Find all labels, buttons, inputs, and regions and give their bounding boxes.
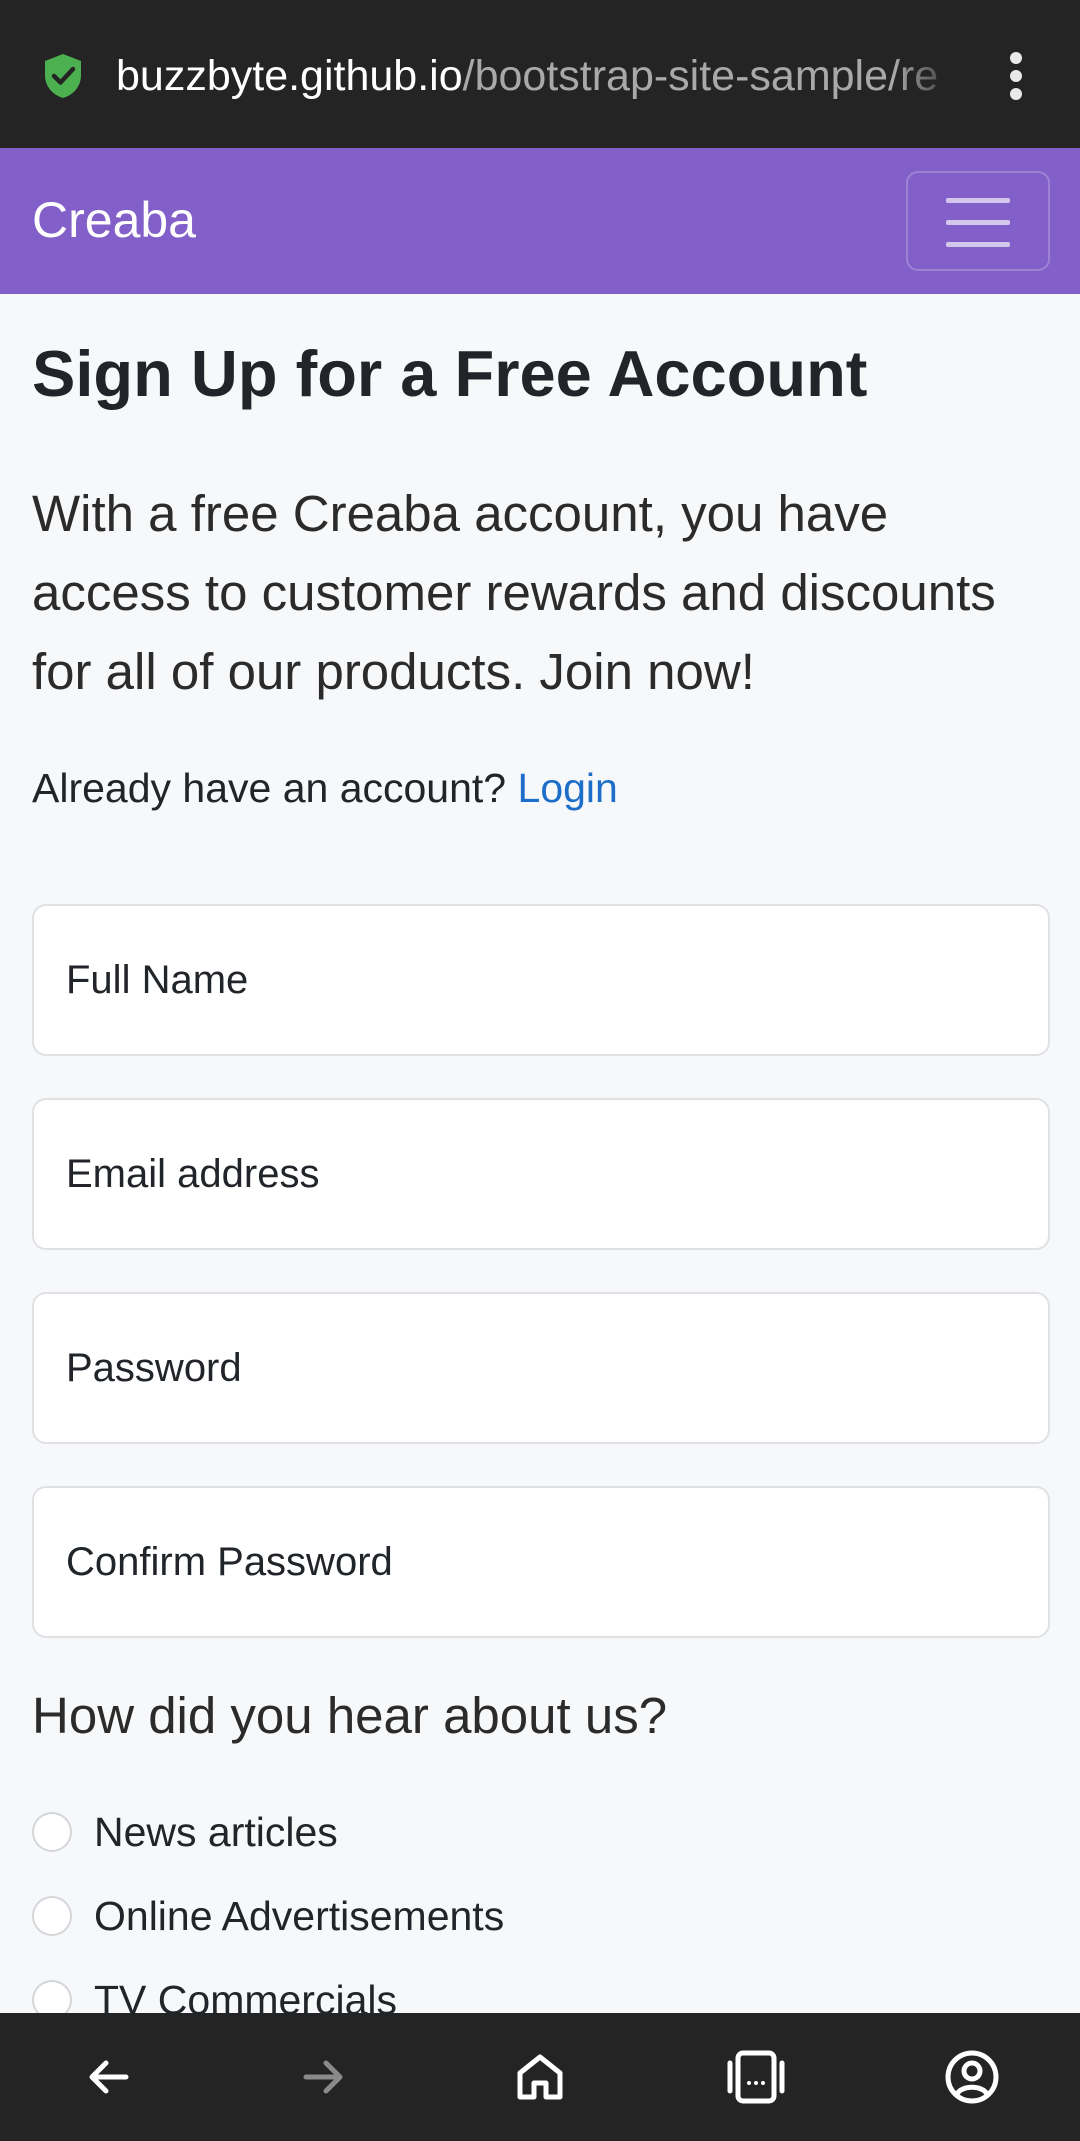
url-field[interactable]: buzzbyte.github.io/bootstrap-site-sample… [116, 48, 962, 104]
page-title: Sign Up for a Free Account [32, 337, 868, 410]
account-icon[interactable] [938, 2043, 1006, 2111]
confirm-password-field[interactable] [32, 1486, 1050, 1638]
forward-arrow-icon[interactable] [290, 2043, 358, 2111]
radio-button[interactable] [32, 1812, 72, 1852]
login-prompt: Already have an account? Login [32, 760, 618, 816]
brand-link[interactable]: Creaba [32, 192, 196, 248]
password-input[interactable] [34, 1294, 1048, 1442]
hamburger-icon [946, 198, 1010, 203]
more-vert-icon[interactable] [996, 50, 1036, 102]
url-host: buzzbyte.github.io [116, 52, 463, 100]
tabs-icon[interactable] [722, 2043, 790, 2111]
radio-option-online-ads[interactable]: Online Advertisements [32, 1886, 504, 1946]
site-navbar: Creaba [0, 148, 1080, 294]
radio-label: News articles [94, 1809, 338, 1855]
back-arrow-icon[interactable] [74, 2043, 142, 2111]
email-input[interactable] [34, 1100, 1048, 1248]
radio-label: Online Advertisements [94, 1893, 505, 1939]
password-field[interactable] [32, 1292, 1050, 1444]
home-icon[interactable] [506, 2043, 574, 2111]
confirm-password-input[interactable] [34, 1488, 1048, 1636]
login-link[interactable]: Login [518, 765, 618, 811]
radio-button[interactable] [32, 1896, 72, 1936]
lead-paragraph: With a free Creaba account, you have acc… [32, 485, 996, 700]
shield-check-icon[interactable] [42, 52, 84, 100]
radio-option-news[interactable]: News articles [32, 1802, 338, 1862]
browser-bottom-bar [0, 2013, 1080, 2141]
survey-question: How did you hear about us? [32, 1687, 668, 1744]
navbar-toggler-button[interactable] [906, 171, 1050, 271]
url-path: /bootstrap-site-sample/re [462, 52, 939, 100]
email-field[interactable] [32, 1098, 1050, 1250]
login-prompt-text: Already have an account? [32, 765, 507, 811]
browser-address-bar: buzzbyte.github.io/bootstrap-site-sample… [0, 0, 1080, 148]
full-name-field[interactable] [32, 904, 1050, 1056]
full-name-input[interactable] [34, 906, 1048, 1054]
